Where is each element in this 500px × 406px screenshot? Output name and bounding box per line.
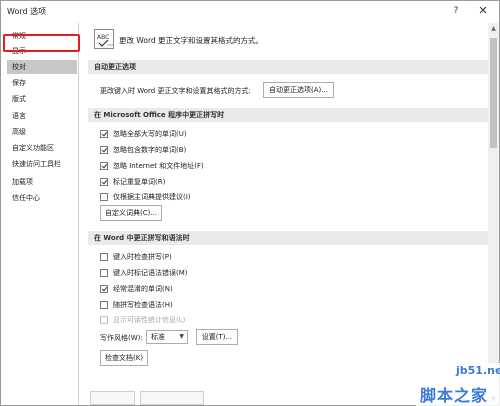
- autocorrect-section-header: 自动更正选项: [88, 60, 488, 74]
- scroll-thumb[interactable]: [490, 38, 497, 148]
- watermark-site: jb51.net: [456, 364, 500, 377]
- dialog-title: Word 选项: [7, 7, 47, 16]
- option-label: 键入时标记语法错误(M): [113, 269, 188, 277]
- sidebar-item-addins[interactable]: 加载项: [12, 175, 33, 189]
- sidebar-item-trust-center[interactable]: 信任中心: [12, 191, 40, 205]
- sidebar: 常规 显示 校对 保存 版式 语言 高级 自定义功能区 快速访问工具栏 加载项 …: [3, 23, 79, 405]
- checkbox[interactable]: [100, 269, 108, 277]
- checkbox[interactable]: [100, 253, 108, 261]
- option-label: 随拼写检查语法(H): [113, 301, 173, 309]
- checkbox[interactable]: [100, 162, 108, 170]
- checkbox[interactable]: [100, 130, 108, 138]
- watermark-name: 脚本之家: [420, 386, 489, 405]
- option-label: 忽略 Internet 和文件地址(F): [113, 162, 204, 170]
- option-label: 忽略全部大写的单词(U): [113, 130, 187, 138]
- sidebar-item-advanced[interactable]: 高级: [12, 125, 26, 139]
- checkbox[interactable]: [100, 316, 108, 324]
- check-document-button[interactable]: 检查文档(K): [100, 350, 148, 366]
- sidebar-item-display[interactable]: 显示: [12, 44, 26, 58]
- sidebar-item-customize-ribbon[interactable]: 自定义功能区: [12, 141, 54, 155]
- title-bar: Word 选项 ? ✕: [1, 1, 499, 22]
- writing-style-label: 写作风格(W):: [100, 334, 143, 342]
- sidebar-item-general[interactable]: 常规: [12, 29, 26, 43]
- proofing-panel: ABC 更改 Word 更正文字和设置其格式的方式。 自动更正选项 更改键入时 …: [88, 23, 488, 405]
- help-button[interactable]: ?: [446, 3, 466, 19]
- checkbox[interactable]: [100, 193, 108, 201]
- sidebar-item-quick-access-toolbar[interactable]: 快速访问工具栏: [12, 157, 61, 171]
- checkbox[interactable]: [100, 285, 108, 293]
- option-label: 键入时检查拼写(P): [113, 253, 172, 261]
- option-label: 经常混淆的单词(N): [113, 285, 173, 293]
- option-label: 显示可读性统计信息(L): [113, 316, 186, 324]
- settings-button[interactable]: 设置(T)...: [196, 329, 238, 345]
- sidebar-item-language[interactable]: 语言: [12, 109, 26, 123]
- intro-text: 更改 Word 更正文字和设置其格式的方式。: [119, 36, 264, 45]
- autocorrect-options-button[interactable]: 自动更正选项(A)...: [263, 82, 334, 98]
- checkbox[interactable]: [100, 146, 108, 154]
- scroll-up-icon[interactable]: ▲: [488, 23, 499, 34]
- option-label: 忽略包含数字的单词(B): [113, 146, 187, 154]
- office-spelling-section-header: 在 Microsoft Office 程序中更正拼写时: [88, 108, 488, 122]
- vertical-scrollbar[interactable]: ▲ ▼: [488, 23, 499, 405]
- next-section-partial: [90, 391, 135, 405]
- checkbox[interactable]: [100, 178, 108, 186]
- word-options-dialog: Word 选项 ? ✕ 常规 显示 校对 保存 版式 语言 高级 自定义功能区 …: [0, 0, 500, 406]
- checkbox[interactable]: [100, 301, 108, 309]
- sidebar-item-layout[interactable]: 版式: [12, 92, 26, 106]
- next-section-dropdown-partial[interactable]: [140, 391, 204, 405]
- option-label: 仅根据主词典提供建议(I): [113, 193, 191, 201]
- sidebar-item-save[interactable]: 保存: [12, 76, 26, 90]
- custom-dictionaries-button[interactable]: 自定义词典(C)...: [100, 205, 162, 221]
- abc-check-icon: ABC: [94, 29, 114, 49]
- option-label: 标记重复单词(R): [113, 178, 166, 186]
- chevron-down-icon: ▼: [179, 333, 184, 340]
- writing-style-select[interactable]: 标准 ▼: [146, 330, 188, 344]
- sidebar-item-proofing[interactable]: 校对: [7, 60, 77, 74]
- autocorrect-description: 更改键入时 Word 更正文字和设置其格式的方式:: [100, 87, 251, 95]
- writing-style-value: 标准: [151, 333, 165, 341]
- close-button[interactable]: ✕: [473, 3, 493, 19]
- word-spelling-section-header: 在 Word 中更正拼写和语法时: [88, 231, 488, 245]
- site-watermark: jb51.net 脚本之家: [416, 363, 500, 406]
